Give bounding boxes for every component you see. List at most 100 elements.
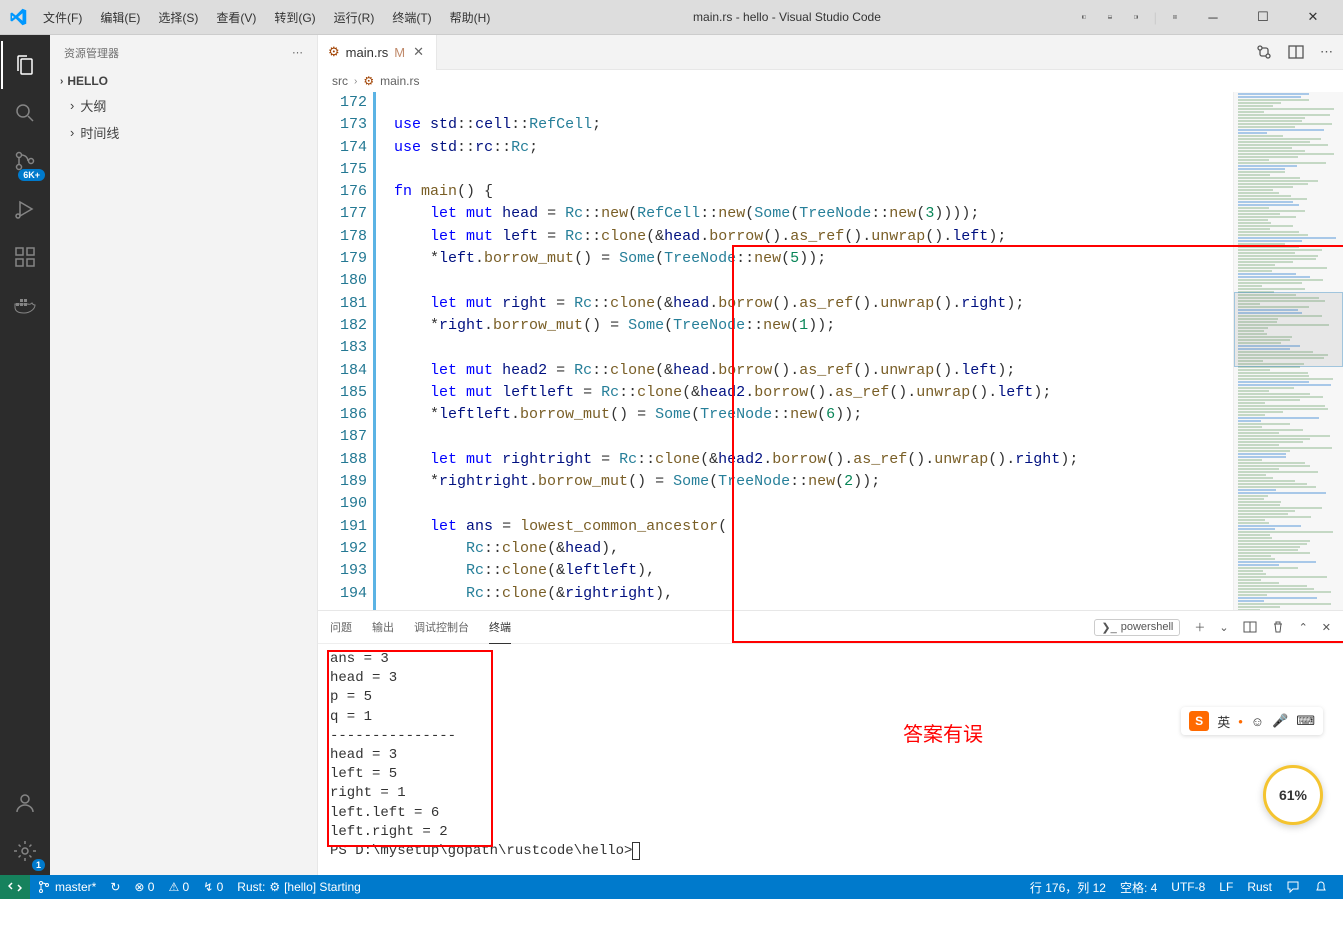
customize-layout-icon[interactable] — [1167, 9, 1183, 25]
menu-help[interactable]: 帮助(H) — [442, 5, 499, 30]
window-title: main.rs - hello - Visual Studio Code — [498, 10, 1075, 24]
sidebar-folder-hello[interactable]: ›HELLO — [50, 70, 317, 92]
chevron-right-icon: › — [70, 125, 74, 140]
maximize-button[interactable]: ☐ — [1243, 3, 1283, 31]
status-bell-icon[interactable] — [1307, 875, 1335, 899]
status-indent[interactable]: 空格: 4 — [1113, 875, 1164, 899]
rust-file-icon: ⚙ — [328, 44, 340, 60]
settings-badge: 1 — [32, 859, 45, 871]
ime-emoji-icon[interactable]: ☺ — [1251, 714, 1264, 729]
status-language[interactable]: Rust — [1240, 875, 1279, 899]
terminal-type-select[interactable]: ❯_ powershell — [1094, 619, 1180, 636]
close-panel-icon[interactable]: ✕ — [1322, 621, 1331, 634]
outline-label: 大纲 — [80, 96, 106, 115]
ime-toolbar[interactable]: S 英 • ☺ 🎤 ⌨ — [1181, 707, 1323, 735]
activity-docker[interactable] — [1, 281, 49, 329]
split-terminal-icon[interactable] — [1243, 620, 1257, 634]
tab-modified-indicator: M — [394, 45, 405, 60]
terminal-dropdown-icon[interactable]: ⌄ — [1219, 621, 1228, 634]
maximize-panel-icon[interactable]: ⌃ — [1299, 621, 1308, 634]
progress-circle[interactable]: 61% — [1263, 765, 1323, 825]
kill-terminal-icon[interactable] — [1271, 620, 1285, 634]
status-encoding[interactable]: UTF-8 — [1164, 875, 1212, 899]
status-eol[interactable]: LF — [1212, 875, 1240, 899]
chevron-right-icon: › — [70, 98, 74, 113]
activity-extensions[interactable] — [1, 233, 49, 281]
panel-tab-output[interactable]: 输出 — [372, 611, 394, 643]
status-sync[interactable]: ↻ — [103, 875, 127, 899]
activity-source-control[interactable]: 6K+ — [1, 137, 49, 185]
code-content[interactable]: use std::cell::RefCell;use std::rc::Rc; … — [376, 92, 1233, 610]
close-button[interactable]: ✕ — [1293, 3, 1333, 31]
menu-run[interactable]: 运行(R) — [326, 5, 383, 30]
menu-view[interactable]: 查看(V) — [208, 5, 264, 30]
rust-file-icon: ⚙ — [363, 74, 374, 88]
minimap[interactable] — [1233, 92, 1343, 610]
status-position[interactable]: 行 176，列 12 — [1023, 875, 1113, 899]
panel-tab-terminal[interactable]: 终端 — [489, 611, 511, 644]
status-port[interactable]: ↯ 0 — [196, 875, 230, 899]
activity-search[interactable] — [1, 89, 49, 137]
breadcrumb-folder[interactable]: src — [332, 74, 348, 88]
terminal-output[interactable]: ans = 3head = 3p = 5q = 1---------------… — [318, 644, 1343, 875]
activity-explorer[interactable] — [1, 41, 49, 89]
layout-sidebar-right-icon[interactable] — [1128, 9, 1144, 25]
sidebar-outline[interactable]: › 大纲 — [50, 92, 317, 119]
sidebar-more-icon[interactable]: ⋯ — [292, 46, 303, 59]
vscode-logo-icon — [0, 0, 35, 35]
sogou-logo-icon: S — [1189, 711, 1209, 731]
ime-keyboard-icon[interactable]: ⌨ — [1296, 713, 1315, 729]
title-bar: 文件(F) 编辑(E) 选择(S) 查看(V) 转到(G) 运行(R) 终端(T… — [0, 0, 1343, 35]
panel: 问题 输出 调试控制台 终端 ❯_ powershell ＋ ⌄ ⌃ ✕ ans … — [318, 610, 1343, 875]
sidebar-header: 资源管理器 ⋯ — [50, 35, 317, 70]
layout-panel-icon[interactable] — [1102, 9, 1118, 25]
panel-tabs: 问题 输出 调试控制台 终端 ❯_ powershell ＋ ⌄ ⌃ ✕ — [318, 611, 1343, 644]
minimap-viewport[interactable] — [1234, 292, 1343, 367]
annotation-box-output — [327, 650, 493, 847]
editor-area: ⚙ main.rs M ✕ ⋯ src › ⚙ main.rs 17217317… — [318, 35, 1343, 875]
minimize-button[interactable]: ─ — [1193, 3, 1233, 31]
status-errors[interactable]: ⊗ 0 — [127, 875, 161, 899]
terminal-type-label: powershell — [1121, 621, 1174, 633]
menu-select[interactable]: 选择(S) — [150, 5, 206, 30]
editor[interactable]: 1721731741751761771781791801811821831841… — [318, 92, 1233, 610]
status-remote[interactable] — [0, 875, 30, 899]
ime-lang[interactable]: 英 — [1217, 712, 1230, 731]
ime-mic-icon[interactable]: 🎤 — [1272, 713, 1288, 729]
status-warnings[interactable]: ⚠ 0 — [161, 875, 196, 899]
sidebar-title: 资源管理器 — [64, 45, 119, 61]
folder-label: HELLO — [67, 74, 108, 88]
terminal-icon: ❯_ — [1101, 621, 1116, 634]
activity-accounts[interactable] — [1, 779, 49, 827]
status-branch[interactable]: master* — [30, 875, 103, 899]
activity-run-debug[interactable] — [1, 185, 49, 233]
menu-goto[interactable]: 转到(G) — [266, 5, 323, 30]
status-bar: master* ↻ ⊗ 0 ⚠ 0 ↯ 0 Rust: ⚙ [hello] St… — [0, 875, 1343, 899]
compare-changes-icon[interactable] — [1256, 44, 1272, 60]
status-feedback-icon[interactable] — [1279, 875, 1307, 899]
layout-sidebar-left-icon[interactable] — [1076, 9, 1092, 25]
new-terminal-icon[interactable]: ＋ — [1194, 619, 1205, 635]
tabs-bar: ⚙ main.rs M ✕ ⋯ — [318, 35, 1343, 70]
split-editor-icon[interactable] — [1288, 44, 1304, 60]
tab-label: main.rs — [346, 45, 389, 60]
sidebar: 资源管理器 ⋯ ›HELLO › 大纲 › 时间线 — [50, 35, 318, 875]
annotation-text: 答案有误 — [903, 726, 983, 745]
window-controls: | ─ ☐ ✕ — [1076, 3, 1343, 31]
panel-tab-debug[interactable]: 调试控制台 — [414, 611, 469, 643]
scm-badge: 6K+ — [18, 169, 45, 181]
menu-file[interactable]: 文件(F) — [35, 5, 90, 30]
close-icon[interactable]: ✕ — [411, 42, 426, 62]
menu-edit[interactable]: 编辑(E) — [92, 5, 148, 30]
panel-tab-problems[interactable]: 问题 — [330, 611, 352, 643]
editor-more-icon[interactable]: ⋯ — [1320, 44, 1333, 60]
chevron-right-icon: › — [354, 76, 357, 87]
menu-terminal[interactable]: 终端(T) — [384, 5, 439, 30]
status-rust-analyzer[interactable]: Rust: ⚙ [hello] Starting — [230, 875, 368, 899]
timeline-label: 时间线 — [80, 123, 119, 142]
breadcrumb[interactable]: src › ⚙ main.rs — [318, 70, 1343, 92]
sidebar-timeline[interactable]: › 时间线 — [50, 119, 317, 146]
breadcrumb-file[interactable]: main.rs — [380, 74, 419, 88]
activity-settings[interactable]: 1 — [1, 827, 49, 875]
tab-main-rs[interactable]: ⚙ main.rs M ✕ — [318, 35, 437, 70]
